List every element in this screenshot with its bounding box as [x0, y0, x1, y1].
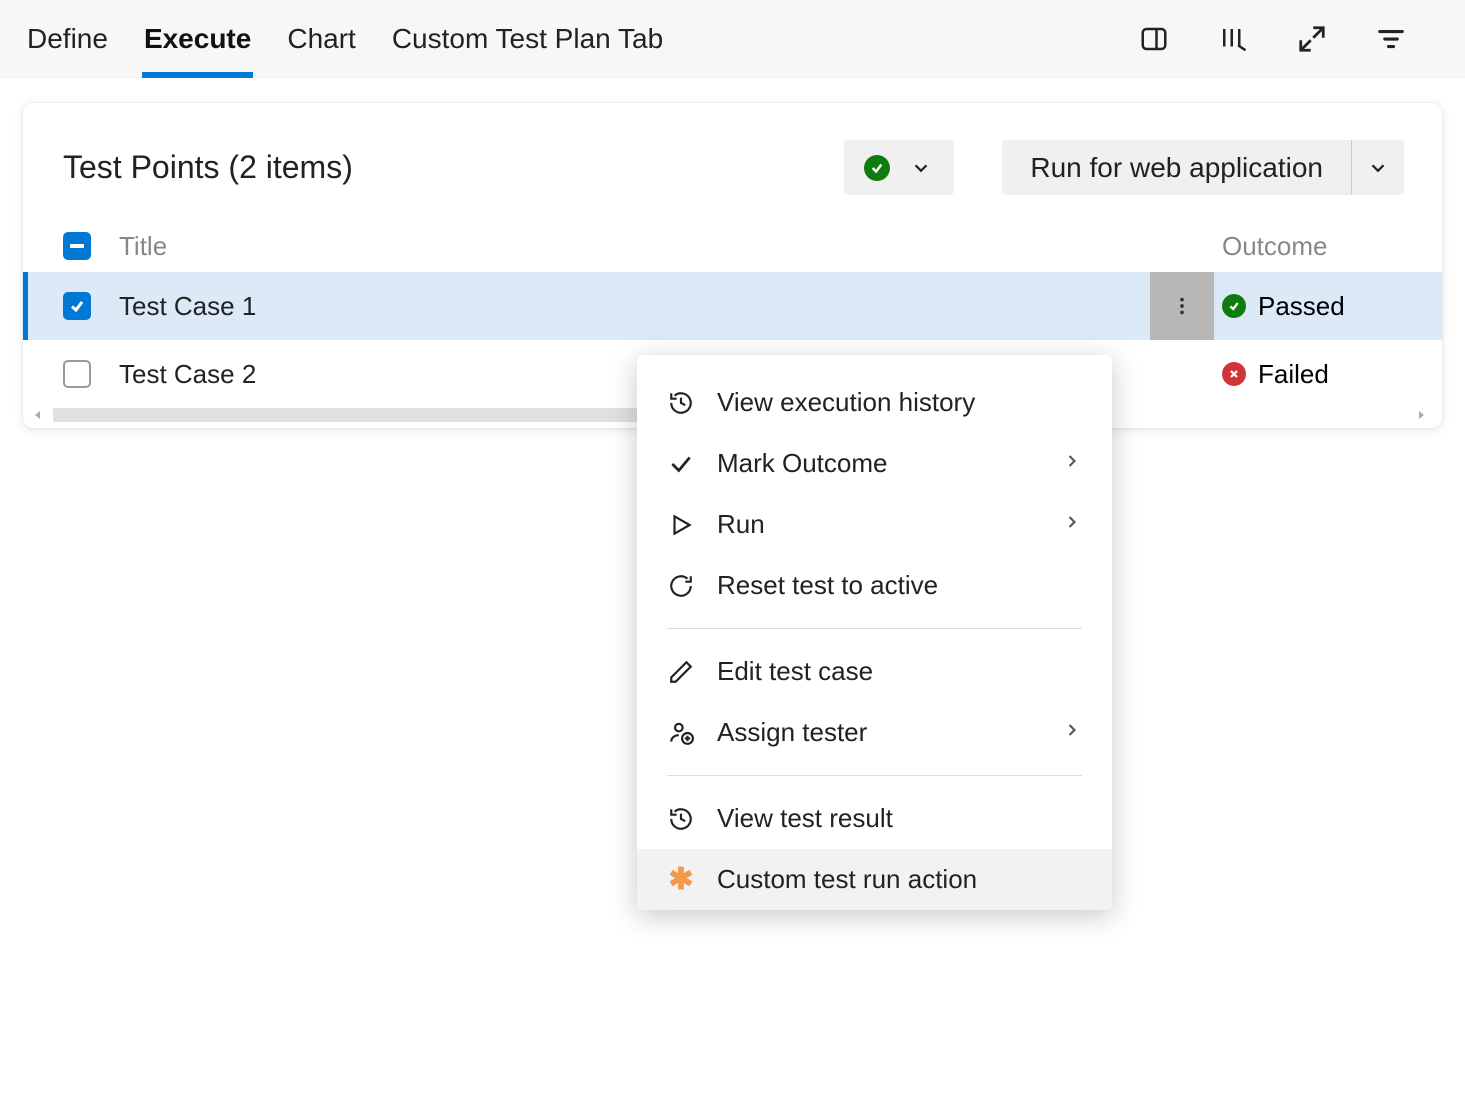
outcome-dropdown-button[interactable] — [844, 140, 954, 195]
side-panel-toggle-icon[interactable] — [1137, 22, 1171, 56]
column-header-title[interactable]: Title — [119, 231, 1222, 262]
tab-chart[interactable]: Chart — [285, 0, 357, 77]
pencil-icon — [667, 658, 695, 686]
menu-label: Custom test run action — [717, 864, 1082, 895]
play-icon — [667, 511, 695, 539]
menu-label: View test result — [717, 803, 1082, 834]
menu-divider — [667, 628, 1082, 629]
chevron-right-icon — [1062, 512, 1082, 537]
failed-status-icon — [1222, 362, 1246, 386]
chevron-down-icon — [1367, 157, 1389, 179]
history-icon — [667, 805, 695, 833]
menu-item-mark-outcome[interactable]: Mark Outcome — [637, 433, 1112, 494]
menu-item-view-test-result[interactable]: View test result — [637, 788, 1112, 849]
run-for-web-application-button[interactable]: Run for web application — [1002, 140, 1404, 195]
history-icon — [667, 389, 695, 417]
table-header: Title Outcome — [23, 220, 1442, 272]
passed-status-icon — [1222, 294, 1246, 318]
menu-label: Assign tester — [717, 717, 1040, 748]
outcome-label: Failed — [1258, 359, 1329, 390]
menu-item-run[interactable]: Run — [637, 494, 1112, 555]
row-checkbox[interactable] — [63, 292, 91, 320]
run-button-label: Run for web application — [1002, 152, 1351, 184]
scrollbar-thumb[interactable] — [53, 408, 653, 422]
assign-person-icon — [667, 719, 695, 747]
more-vertical-icon — [1171, 295, 1193, 317]
menu-item-custom-test-run-action[interactable]: ✱ Custom test run action — [637, 849, 1112, 910]
select-all-checkbox[interactable] — [63, 232, 91, 260]
row-title: Test Case 1 — [119, 291, 1150, 322]
scroll-right-arrow-icon[interactable] — [1416, 407, 1432, 423]
tabs-group: Define Execute Chart Custom Test Plan Ta… — [25, 0, 665, 77]
fullscreen-icon[interactable] — [1295, 22, 1329, 56]
menu-item-edit-test-case[interactable]: Edit test case — [637, 641, 1112, 702]
tab-define[interactable]: Define — [25, 0, 110, 77]
menu-label: Reset test to active — [717, 570, 1082, 601]
outcome-label: Passed — [1258, 291, 1345, 322]
filter-icon[interactable] — [1374, 22, 1408, 56]
column-header-outcome[interactable]: Outcome — [1222, 231, 1402, 262]
chevron-down-icon — [910, 157, 932, 179]
run-button-split[interactable] — [1351, 140, 1404, 195]
passed-status-icon — [864, 155, 890, 181]
menu-label: Edit test case — [717, 656, 1082, 687]
asterisk-icon: ✱ — [667, 866, 695, 894]
menu-item-assign-tester[interactable]: Assign tester — [637, 702, 1112, 763]
menu-label: Run — [717, 509, 1040, 540]
table-row[interactable]: Test Case 1 Passed — [23, 272, 1442, 340]
row-outcome: Failed — [1222, 359, 1402, 390]
refresh-icon — [667, 572, 695, 600]
menu-item-reset-test-to-active[interactable]: Reset test to active — [637, 555, 1112, 616]
row-checkbox[interactable] — [63, 360, 91, 388]
menu-label: View execution history — [717, 387, 1082, 418]
check-icon — [667, 450, 695, 478]
row-more-actions-button[interactable] — [1150, 272, 1214, 340]
tab-custom-test-plan[interactable]: Custom Test Plan Tab — [390, 0, 665, 77]
tabbar-actions — [1137, 22, 1440, 56]
column-settings-icon[interactable] — [1216, 22, 1250, 56]
scroll-left-arrow-icon[interactable] — [33, 407, 49, 423]
tab-execute[interactable]: Execute — [142, 0, 253, 77]
tabbar: Define Execute Chart Custom Test Plan Ta… — [0, 0, 1465, 78]
panel-title: Test Points (2 items) — [63, 149, 353, 186]
menu-divider — [667, 775, 1082, 776]
chevron-right-icon — [1062, 451, 1082, 476]
menu-item-view-execution-history[interactable]: View execution history — [637, 372, 1112, 433]
chevron-right-icon — [1062, 720, 1082, 745]
row-outcome: Passed — [1222, 291, 1402, 322]
menu-label: Mark Outcome — [717, 448, 1040, 479]
row-context-menu: View execution history Mark Outcome Run … — [637, 355, 1112, 910]
panel-header: Test Points (2 items) Run for web applic… — [23, 103, 1442, 220]
